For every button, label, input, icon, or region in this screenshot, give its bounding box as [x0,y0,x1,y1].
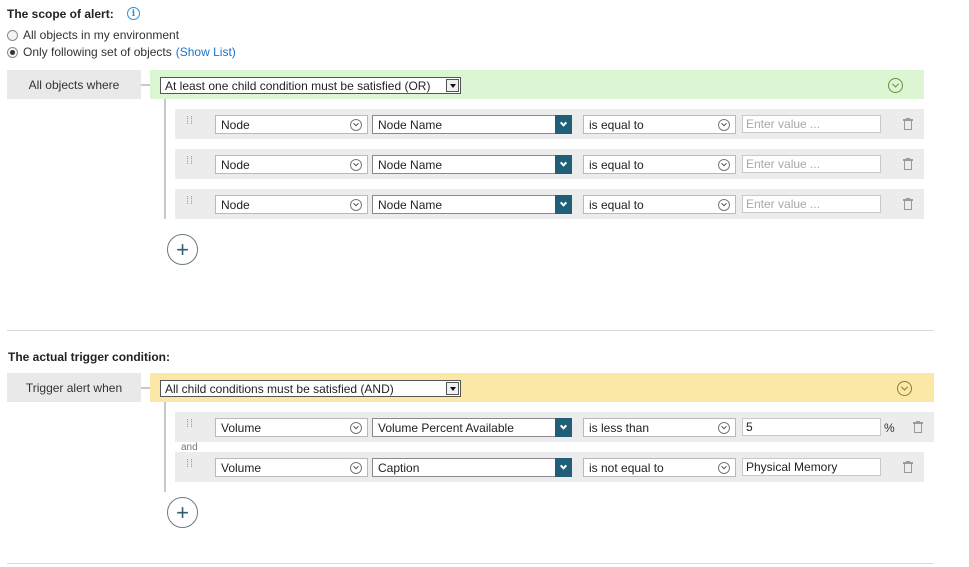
radio-all-objects-label: All objects in my environment [23,28,180,42]
object-type-value: Node [221,117,250,132]
collapse-group-icon[interactable] [897,381,912,396]
chevron-down-icon [718,119,730,131]
trash-icon[interactable] [903,461,913,473]
scope-operator-value: At least one child condition must be sat… [165,78,431,93]
value-input[interactable]: Enter value ... [742,155,881,173]
group-connector [141,84,150,86]
object-type-select[interactable]: Node [215,195,368,214]
radio-following-objects[interactable]: Only following set of objects (Show List… [7,45,236,59]
drag-handle-icon[interactable]: ⁞⁞ [186,156,194,167]
comparison-select[interactable]: is equal to [583,115,736,134]
comparison-select[interactable]: is less than [583,418,736,437]
trigger-group-label: Trigger alert when [7,373,141,402]
object-type-value: Volume [221,420,262,435]
chevron-down-icon [555,195,572,214]
property-value: Node Name [378,197,443,212]
chevron-down-icon [718,462,730,474]
and-joiner-label: and [181,442,198,453]
trigger-operator-select[interactable]: All child conditions must be satisfied (… [160,380,461,397]
chevron-down-icon [350,159,362,171]
unit-label: % [884,421,895,435]
chevron-down-icon [555,115,572,134]
property-value: Node Name [378,157,443,172]
object-type-select[interactable]: Volume [215,458,368,477]
comparison-value: is not equal to [589,460,664,475]
object-type-value: Node [221,197,250,212]
object-type-select[interactable]: Volume [215,418,368,437]
comparison-select[interactable]: is equal to [583,155,736,174]
trigger-tree-line [164,402,166,492]
chevron-down-icon [350,422,362,434]
trash-icon[interactable] [903,158,913,170]
property-select[interactable]: Node Name [372,115,572,134]
dropdown-arrow-icon [446,79,459,92]
property-value: Node Name [378,117,443,132]
trash-icon[interactable] [913,421,923,433]
comparison-value: is equal to [589,197,644,212]
property-select[interactable]: Caption [372,458,572,477]
chevron-down-icon [555,418,572,437]
add-scope-condition-button[interactable]: + [167,234,198,265]
radio-button-selected[interactable] [7,46,18,58]
group-connector [141,387,150,389]
property-select[interactable]: Volume Percent Available [372,418,572,437]
section-divider-bottom [7,563,934,564]
scope-operator-select[interactable]: At least one child condition must be sat… [160,77,461,94]
trigger-operator-value: All child conditions must be satisfied (… [165,381,394,396]
property-select[interactable]: Node Name [372,155,572,174]
radio-button[interactable] [7,29,18,41]
chevron-down-icon [718,422,730,434]
scope-tree-line [164,99,166,219]
trigger-title: The actual trigger condition: [8,350,171,364]
chevron-down-icon [555,155,572,174]
drag-handle-icon[interactable]: ⁞⁞ [186,196,194,207]
chevron-down-icon [350,119,362,131]
chevron-down-icon [718,159,730,171]
chevron-down-icon [555,458,572,477]
chevron-down-icon [350,199,362,211]
chevron-down-icon [350,462,362,474]
dropdown-arrow-icon [446,382,459,395]
value-input[interactable]: Enter value ... [742,115,881,133]
info-icon[interactable]: i [127,7,140,20]
property-value: Volume Percent Available [378,420,514,435]
trash-icon[interactable] [903,118,913,130]
comparison-select[interactable]: is not equal to [583,458,736,477]
comparison-value: is less than [589,420,650,435]
property-select[interactable]: Node Name [372,195,572,214]
property-value: Caption [378,460,420,475]
chevron-down-icon [718,199,730,211]
drag-handle-icon[interactable]: ⁞⁞ [186,419,194,430]
comparison-value: is equal to [589,157,644,172]
scope-title: The scope of alert: [7,7,114,21]
radio-following-objects-label: Only following set of objects [23,45,172,59]
comparison-select[interactable]: is equal to [583,195,736,214]
radio-all-objects[interactable]: All objects in my environment [7,28,179,42]
show-list-link[interactable]: (Show List) [176,45,236,59]
object-type-select[interactable]: Node [215,115,368,134]
value-input[interactable]: Physical Memory [742,458,881,476]
add-trigger-condition-button[interactable]: + [167,497,198,528]
drag-handle-icon[interactable]: ⁞⁞ [186,459,194,470]
scope-group-label: All objects where [7,70,141,99]
object-type-value: Volume [221,460,262,475]
section-divider [7,330,934,331]
collapse-group-icon[interactable] [888,78,903,93]
comparison-value: is equal to [589,117,644,132]
value-input[interactable]: Enter value ... [742,195,881,213]
trash-icon[interactable] [903,198,913,210]
object-type-select[interactable]: Node [215,155,368,174]
object-type-value: Node [221,157,250,172]
value-input[interactable]: 5 [742,418,881,436]
drag-handle-icon[interactable]: ⁞⁞ [186,116,194,127]
